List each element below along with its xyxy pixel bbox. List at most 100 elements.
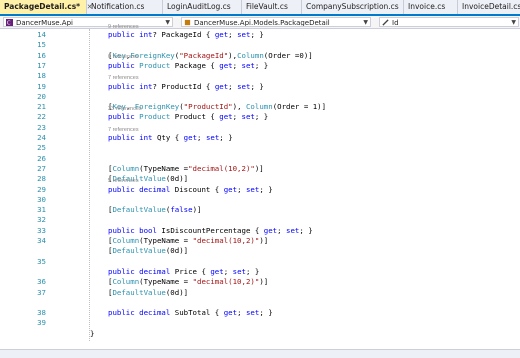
code-token: SubTotal { [170,308,224,318]
code-text: [Column(TypeName = "decimal(10,2)")] [108,236,268,245]
code-token: get [214,30,229,39]
tab-loginauditlog[interactable]: LoginAuditLog.cs [162,0,241,14]
type-name: DancerMuse.Api.Models.PackageDetail [194,19,330,27]
codelens-references[interactable]: 5 references [108,178,139,184]
code-token: set [232,266,246,276]
tab-label: Invoice.cs [408,2,446,11]
document-tab-strip: PackageDetail.cs* ✕ Notification.cs Logi… [0,0,520,16]
code-token: ; [237,308,246,318]
code-token: ), [228,50,238,60]
code-token: ; [232,112,242,122]
member-dropdown[interactable]: Id ▼ [379,17,519,27]
codelens-references[interactable]: 7 references [108,127,139,133]
code-token: DefaultValue [112,287,166,297]
line-number: 22 [37,112,46,122]
tab-notification[interactable]: Notification.cs [86,0,162,14]
project-name: DancerMuse.Api [16,19,73,27]
tab-companysubscription[interactable]: CompanySubscription.cs [301,0,403,14]
code-token: Column [112,163,140,173]
project-dropdown[interactable]: C DancerMuse.Api ▼ [3,17,173,27]
code-token: ; [228,30,238,39]
code-token: )] [192,205,202,215]
line-number: 37 [37,287,46,297]
code-token: set [237,81,251,91]
tab-label: Notification.cs [91,2,145,11]
code-token: Column [237,50,264,60]
line-number: 34 [37,236,46,245]
chevron-down-icon: ▼ [511,19,516,26]
code-text: [DefaultValue(0d)] [108,246,188,255]
code-token: public [108,225,140,235]
code-token: (Order = 1)] [272,102,327,112]
code-token: ; } [254,60,269,70]
line-number: 39 [37,318,46,328]
code-editor[interactable]: 9 references 14 public int? PackageId { ge… [0,24,520,349]
tab-label: PackageDetail.cs* [4,2,81,11]
code-token: get [219,60,233,70]
navigation-bar: C DancerMuse.Api ▼ DancerMuse.Api.Models… [0,16,520,29]
code-token: public [108,133,140,142]
code-token: set [205,133,220,142]
code-token: get [214,81,229,91]
code-token: (0d)] [165,246,189,256]
code-token: ; } [219,133,233,142]
code-token: )] [254,163,264,173]
tab-label: LoginAuditLog.cs [167,2,231,11]
code-text: [Column(TypeName = "decimal(10,2)")] [108,277,268,286]
code-token: (0d)] [165,287,189,297]
code-token: ; [277,225,287,235]
code-token: )] [259,277,269,287]
code-text: public int? PackageId { get; set; } [108,30,264,39]
code-token: int [139,81,153,91]
type-dropdown[interactable]: DancerMuse.Api.Models.PackageDetail ▼ [181,17,371,27]
code-token: get [183,133,198,142]
codelens-references[interactable]: 9 references [108,24,139,30]
code-token: } [90,328,95,338]
line-number: 36 [37,277,46,287]
tab-label: CompanySubscription.cs [306,2,399,11]
tab-filevault[interactable]: FileVault.cs [241,0,301,14]
code-token: public [108,308,140,318]
code-token: false [170,205,193,215]
code-token: ; [232,60,242,70]
code-token: Column [245,102,273,112]
code-token: Product { [170,112,220,122]
codelens-references[interactable]: 7 references [108,75,139,81]
line-number: 32 [37,215,46,225]
code-text: public int? ProductId { get; set; } [108,82,264,91]
code-token: decimal [139,184,171,194]
code-token: (TypeName = [139,277,193,287]
line-number: 31 [37,205,46,215]
code-token: public [108,184,140,194]
code-token: get [219,112,233,122]
code-token: set [245,308,260,318]
code-token: IsDiscountPercentage { [156,225,264,235]
line-number: 35 [37,256,46,266]
class-icon [184,19,191,26]
code-token: Product [139,112,171,122]
tab-invoicedetail[interactable]: InvoiceDetail.cs [457,0,520,14]
code-text: [DefaultValue(0d)] [108,288,188,297]
code-token: Package { [170,60,220,70]
code-text: [Column(TypeName ="decimal(10,2)")] [108,164,264,173]
code-token: set [245,184,260,194]
code-token: ? ProductId { [152,81,215,91]
code-token: ; [197,133,206,142]
member-name: Id [392,19,399,27]
code-token: "decimal(10,2)" [192,277,260,287]
tab-packagedetail[interactable]: PackageDetail.cs* ✕ [0,0,93,14]
tab-invoice[interactable]: Invoice.cs [403,0,457,14]
line-number: 21 [37,102,46,112]
code-text: public decimal Price { get; set; } [108,267,259,276]
codelens-references[interactable]: 0 references [108,54,139,60]
code-token: set [241,112,255,122]
codelens-references[interactable]: 33 references [108,106,142,112]
code-token: "decimal(10,2)" [188,163,255,173]
code-text: public Product Package { get; set; } [108,61,268,70]
code-token: Column [112,277,140,287]
code-token: Column [112,236,140,245]
code-text: } [90,329,94,338]
code-token: ; } [259,308,273,318]
chevron-down-icon: ▼ [165,19,170,26]
svg-text:C: C [7,21,11,26]
